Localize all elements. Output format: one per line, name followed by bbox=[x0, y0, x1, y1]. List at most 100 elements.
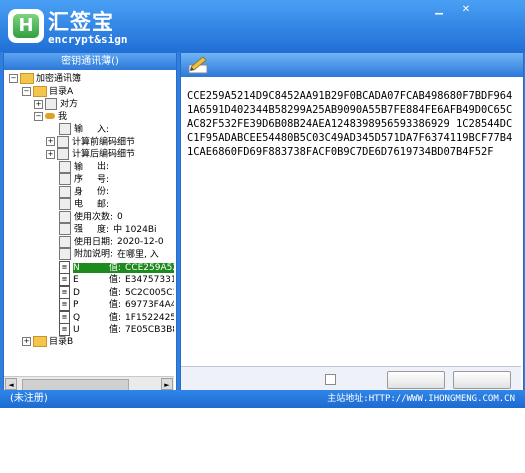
cipher-text[interactable]: CCE259A5214D9C8452AA91B29F0BCADA07FCAB49… bbox=[187, 89, 517, 159]
property-item[interactable]: 使用次数: 0 bbox=[59, 210, 123, 223]
property-label: 电 bbox=[74, 199, 84, 210]
property-icon bbox=[59, 248, 71, 260]
title-bar: H 汇签宝 encrypt&sign ▁ ✕ bbox=[0, 0, 525, 52]
property-value: 2020-12-0 bbox=[117, 237, 164, 247]
property-icon bbox=[59, 198, 71, 210]
tree-node-collapsed[interactable]: + 计算前编码细节 bbox=[46, 135, 136, 148]
tree-node-collapsed[interactable]: + 目录B bbox=[22, 335, 74, 348]
property-item[interactable]: 使用日期: 2020-12-0 bbox=[59, 235, 164, 248]
tree-node[interactable]: − 目录A bbox=[22, 85, 74, 98]
tree-node-label: 对方 bbox=[60, 99, 79, 110]
status-bar: (未注册) 主站地址:HTTP://WWW.IHONGMENG.COM.CN bbox=[0, 390, 525, 408]
document-icon: ≡ bbox=[59, 323, 70, 336]
scroll-right-button[interactable]: ► bbox=[161, 378, 173, 390]
property-label-suffix: 度: bbox=[97, 224, 110, 235]
property-label: 序 bbox=[74, 174, 84, 185]
component-letter: N bbox=[73, 262, 80, 273]
tree-node-collapsed[interactable]: + 计算后编码细节 bbox=[46, 148, 135, 160]
property-label: 使用次数: bbox=[74, 212, 114, 222]
value-label: 值: bbox=[109, 275, 122, 285]
close-button[interactable]: ✕ bbox=[459, 4, 473, 16]
property-icon bbox=[59, 160, 71, 173]
tree-node-label: 计算前编码细节 bbox=[72, 137, 136, 147]
property-value: 0 bbox=[117, 212, 123, 222]
app-logo: H bbox=[8, 9, 44, 43]
expand-icon[interactable]: + bbox=[22, 336, 31, 346]
action-button-2[interactable] bbox=[453, 371, 511, 389]
property-icon bbox=[59, 210, 71, 223]
key-component-p[interactable]: ≡ P 值: 69773F4A4 bbox=[59, 298, 174, 311]
tree-root[interactable]: − 加密通讯簿 bbox=[9, 73, 81, 85]
folder-icon bbox=[20, 73, 34, 84]
key-component-d[interactable]: ≡ D 值: 5C2C005C3 bbox=[59, 285, 174, 299]
value-label: 值: bbox=[109, 300, 122, 310]
component-value: CCE259A52 bbox=[125, 262, 174, 273]
horizontal-scrollbar[interactable]: ◄ ► bbox=[4, 376, 174, 391]
tree-node-label: 目录A bbox=[49, 86, 74, 97]
property-value: 在哪里, 入 bbox=[117, 249, 159, 260]
property-icon bbox=[59, 235, 71, 248]
document-icon: ≡ bbox=[59, 260, 70, 274]
key-component-e[interactable]: ≡ E 值: E34757331 bbox=[59, 273, 174, 286]
property-label-suffix: 邮: bbox=[97, 199, 110, 210]
collapse-icon[interactable]: − bbox=[22, 86, 31, 96]
pen-icon bbox=[188, 56, 208, 74]
tree-node-label: 我 bbox=[58, 111, 68, 122]
property-item[interactable]: 序 号: bbox=[59, 173, 113, 185]
property-icon bbox=[59, 173, 71, 185]
component-letter: D bbox=[73, 287, 80, 298]
contact-icon bbox=[45, 98, 57, 110]
property-label: 输 bbox=[74, 162, 84, 172]
app-window: H 汇签宝 encrypt&sign ▁ ✕ 密钥通讯薄() − 加密通讯簿 − 目录… bbox=[0, 0, 525, 408]
property-item[interactable]: 输 入: bbox=[59, 123, 113, 135]
folder-icon bbox=[33, 335, 47, 347]
content-panel: CCE259A5214D9C8452AA91B29F0BCADA07FCAB49… bbox=[180, 52, 524, 392]
property-icon bbox=[59, 123, 71, 135]
value-label: 值: bbox=[109, 287, 122, 298]
property-label-suffix: 号: bbox=[97, 174, 110, 185]
property-item[interactable]: 身 份: bbox=[59, 185, 113, 198]
content-header bbox=[181, 53, 523, 77]
expand-icon[interactable]: + bbox=[34, 99, 43, 109]
expand-icon[interactable]: + bbox=[46, 137, 55, 146]
key-component-u[interactable]: ≡ U 值: 7E05CB3B8 bbox=[59, 323, 174, 336]
property-item[interactable]: 强 度: 中 1024Bi bbox=[59, 223, 157, 235]
expand-icon[interactable]: + bbox=[46, 149, 55, 159]
component-letter: U bbox=[73, 325, 80, 335]
collapse-icon[interactable]: − bbox=[9, 74, 18, 83]
key-component-n[interactable]: ≡ N 值: CCE259A52 bbox=[59, 260, 174, 274]
registration-status: (未注册) bbox=[10, 393, 48, 404]
document-icon: ≡ bbox=[59, 285, 70, 299]
component-value: 1F1522425 bbox=[125, 312, 174, 323]
property-item[interactable]: 输 出: bbox=[59, 160, 113, 173]
property-label-suffix: 出: bbox=[97, 162, 110, 172]
sidebar-panel: 密钥通讯薄() − 加密通讯簿 − 目录A + 对方 − 我输入: + 计算前编码细节 + 计算后编码… bbox=[3, 52, 177, 392]
tree-node-label: 目录B bbox=[49, 336, 74, 347]
key-component-q[interactable]: ≡ Q 值: 1F1522425 bbox=[59, 310, 174, 324]
magnifier-icon bbox=[57, 148, 69, 160]
property-item[interactable]: 附加说明: 在哪里, 入 bbox=[59, 248, 159, 260]
minimize-button[interactable]: ▁ bbox=[432, 4, 446, 16]
option-checkbox[interactable] bbox=[325, 374, 336, 385]
tree-node-label: 计算后编码细节 bbox=[72, 149, 136, 160]
action-button-1[interactable] bbox=[387, 371, 445, 389]
folder-icon bbox=[33, 85, 47, 97]
address-book-tree[interactable]: − 加密通讯簿 − 目录A + 对方 − 我输入: + 计算前编码细节 + 计算后编码细节输出: 序号:… bbox=[4, 71, 174, 375]
property-item[interactable]: 电 邮: bbox=[59, 198, 113, 210]
key-icon bbox=[45, 113, 55, 119]
site-address[interactable]: 主站地址:HTTP://WWW.IHONGMENG.COM.CN bbox=[327, 390, 515, 408]
sidebar-header: 密钥通讯薄() bbox=[4, 53, 176, 70]
scroll-left-button[interactable]: ◄ bbox=[5, 378, 17, 390]
property-label-suffix: 份: bbox=[97, 187, 110, 197]
logo-letter: H bbox=[13, 14, 39, 38]
property-label: 附加说明: bbox=[74, 249, 114, 260]
tree-node[interactable]: − 我 bbox=[34, 111, 67, 123]
property-label: 使用日期: bbox=[74, 237, 114, 247]
component-letter: Q bbox=[73, 312, 81, 323]
magnifier-icon bbox=[57, 135, 69, 148]
collapse-icon[interactable]: − bbox=[34, 111, 43, 121]
value-label: 值: bbox=[109, 262, 122, 273]
tree-node-collapsed[interactable]: + 对方 bbox=[34, 98, 78, 110]
component-value: 5C2C005C3 bbox=[125, 287, 174, 298]
value-label: 值: bbox=[109, 312, 122, 323]
